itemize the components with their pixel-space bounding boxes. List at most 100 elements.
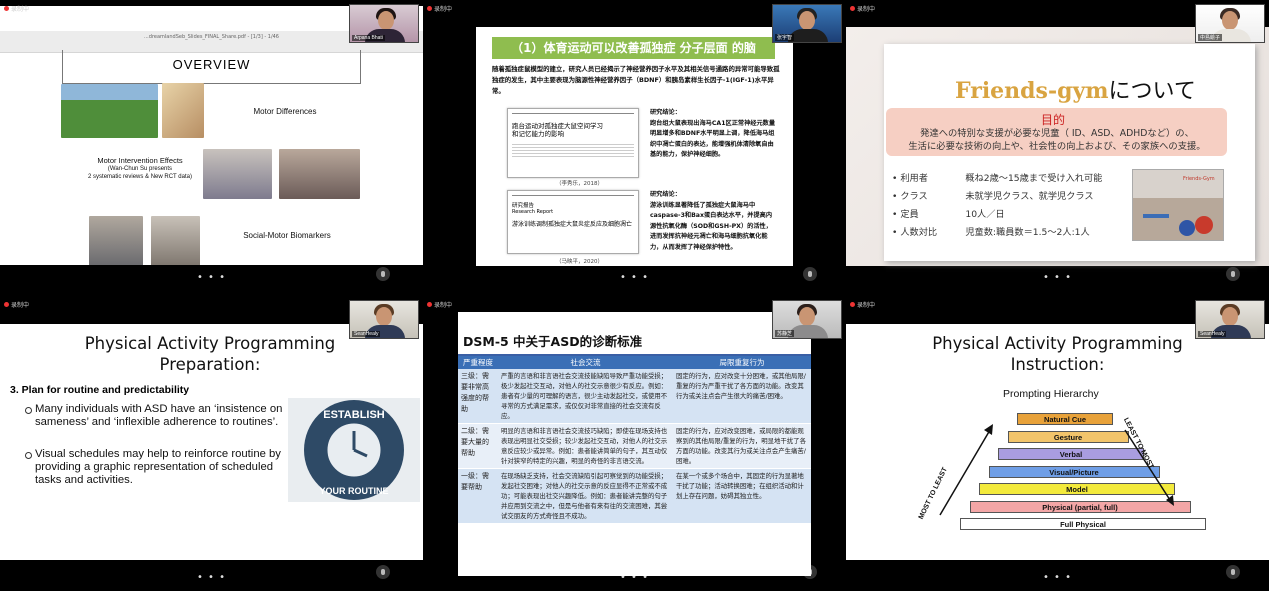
- participant-name: Arpana Bhati: [352, 35, 385, 41]
- hierarchy-level: Physical (partial, full): [969, 500, 1191, 513]
- conclusion-2: 研究结论： 游泳训练显著降低了孤独症大鼠海马中caspase-3和Bax蛋白表达…: [650, 190, 776, 253]
- motor-differences-label: Motor Differences: [253, 107, 317, 116]
- brand-name: Friends-gym: [955, 78, 1109, 104]
- intervention-sub2: 2 systematic reviews & New RCT data): [88, 174, 192, 180]
- mic-icon[interactable]: [1226, 267, 1240, 281]
- title-line-2: Instruction:: [1010, 355, 1105, 374]
- conclusion-1: 研究结论： 跑台组大鼠表现出海马CA1区正常神经元数量明显增多和BDNF水平明显…: [650, 108, 776, 161]
- section-heading: 3. Plan for routine and predictability: [10, 384, 190, 396]
- participant-name: SeanHealy: [352, 331, 381, 337]
- gym-sign: Friends-Gym: [1183, 176, 1215, 182]
- more-options-icon[interactable]: • • •: [620, 272, 649, 283]
- conclusion-1-body: 跑台组大鼠表现出海马CA1区正常神经元数量明显增多和BDNF水平明显上调，降低海…: [650, 119, 776, 159]
- conclusion-2-body: 游泳训练显著降低了孤独症大鼠海马中caspase-3和Bax蛋白表达水平，并提高…: [650, 201, 773, 251]
- title-line-1: Physical Activity Programming: [84, 334, 336, 353]
- biomarker-photo-2: [151, 216, 200, 265]
- recording-indicator: 录制中: [850, 300, 875, 309]
- video-tile-1[interactable]: ...dreamlandSeb_Slides_FINAL_Share.pdf -…: [0, 0, 423, 291]
- cell: 二级：需要大量的帮助: [458, 423, 498, 469]
- slide-title: DSM-5 中关于ASD的诊断标准: [463, 334, 643, 349]
- kids-soccer-photo: [61, 84, 158, 138]
- paper2-title: 游泳训练调制孤独症大鼠炎症反应及细胞凋亡: [512, 221, 633, 228]
- mic-icon[interactable]: [803, 267, 817, 281]
- dsm5-slide: DSM-5 中关于ASD的诊断标准 严重程度 社会交流 局限重复行为 三级：需要…: [458, 312, 811, 576]
- hierarchy-level: Gesture: [1007, 430, 1129, 443]
- purpose-label: 目的: [1040, 113, 1065, 127]
- intervention-label: Motor Intervention Effects (Wan-Chun Su …: [70, 157, 210, 181]
- participant-name: 中島絵子: [1198, 34, 1223, 41]
- participant-name: 苏静芝: [775, 330, 795, 337]
- cell: 严重的言语和非言语社会交流技能缺陷导致严重功能受损；极少发起社交互动，对他人的社…: [498, 369, 673, 424]
- participant-video[interactable]: Arpana Bhati: [349, 4, 419, 43]
- recording-indicator: 录制中: [4, 300, 29, 309]
- slide-title: Friends-gymについて: [955, 73, 1196, 105]
- more-options-icon[interactable]: • • •: [1043, 272, 1072, 283]
- col-header: 严重程度: [458, 356, 498, 369]
- cell: 固定的行为，应对改变十分困难，或其他局限/重复的行为严重干扰了各方面的功能。改变…: [673, 369, 811, 424]
- col-header: 局限重复行为: [673, 356, 811, 369]
- paper2-label-en: Research Report: [512, 209, 554, 215]
- purpose-line-2: 生活に必要な技術の向上や、社会性の向上および、その家族への支援。: [908, 141, 1206, 152]
- intervention-title: Motor Intervention Effects: [97, 156, 183, 165]
- cell: 在现场缺乏支持，社会交流缺陷引起可察觉到的功能受损；发起社交困难；对他人的社交示…: [498, 468, 673, 524]
- hierarchy-level: Visual/Picture: [988, 465, 1160, 478]
- more-options-icon[interactable]: • • •: [197, 272, 226, 283]
- badge-bottom-text: YOUR ROUTINE: [319, 486, 388, 496]
- routine-badge: ESTABLISH YOUR ROUTINE: [288, 398, 420, 502]
- overview-header: OVERVIEW: [62, 50, 361, 84]
- gym-photo: Friends-Gym: [1132, 169, 1224, 241]
- mic-icon[interactable]: [376, 565, 390, 579]
- hierarchy-level: Natural Cue: [1017, 413, 1113, 425]
- dsm5-table: 严重程度 社会交流 局限重复行为 三级：需要非常高强度的帮助 严重的言语和非言语…: [458, 356, 811, 524]
- title-line-1: Physical Activity Programming: [932, 334, 1183, 353]
- title-line-2: Preparation:: [159, 355, 261, 374]
- biomarker-photo-1: [89, 216, 143, 265]
- intervention-photo-1: [203, 149, 272, 199]
- recording-indicator: 录制中: [850, 4, 875, 13]
- more-options-icon[interactable]: • • •: [197, 572, 226, 583]
- purpose-line-1: 発達への特別な支援が必要な児童（ ID、ASD、ADHDなど）の、: [920, 128, 1194, 139]
- participant-video[interactable]: SeanHealy: [1195, 300, 1265, 339]
- cell: 在某一个或多个场合中，其固定的行为显著地干扰了功能；活动转换困难；在组织活动和计…: [673, 468, 811, 524]
- shared-screen-1: ...dreamlandSeb_Slides_FINAL_Share.pdf -…: [0, 6, 423, 265]
- intervention-photo-2: [279, 149, 360, 199]
- participant-video[interactable]: 苏静芝: [772, 300, 842, 339]
- participant-video[interactable]: 张宇智: [772, 4, 842, 43]
- cell: 一级：需要帮助: [458, 468, 498, 524]
- title-suffix: について: [1108, 79, 1196, 104]
- more-options-icon[interactable]: • • •: [1043, 572, 1072, 583]
- participant-video[interactable]: SeanHealy: [349, 300, 419, 339]
- cell: 固定的行为，应对改变困难，或局限的都能观察到的其他局限/重复的行为，明显地干扰了…: [673, 423, 811, 469]
- hierarchy-subtitle: Prompting Hierarchy: [1003, 388, 1099, 400]
- cell: 明显的言语和非言语社会交流技巧缺陷；即使在现场支持也表现出明显社交受损；较少发起…: [498, 423, 673, 469]
- slide-header: （1）体育运动可以改善孤独症 分子层面 的脑: [492, 37, 775, 59]
- overview-title: OVERVIEW: [172, 57, 251, 72]
- mic-icon[interactable]: [376, 267, 390, 281]
- hierarchy-level: Model: [979, 483, 1175, 495]
- table-row: 二级：需要大量的帮助 明显的言语和非言语社会交流技巧缺陷；即使在现场支持也表现出…: [458, 423, 811, 469]
- slide-title: Physical Activity Programming Instructio…: [890, 333, 1225, 375]
- clock-icon: ESTABLISH YOUR ROUTINE: [304, 400, 404, 500]
- recording-indicator: 录制中: [427, 4, 452, 13]
- recording-indicator: 录制中: [4, 4, 29, 13]
- cell: 三级：需要非常高强度的帮助: [458, 369, 498, 424]
- slide-title: Physical Activity Programming Preparatio…: [40, 333, 380, 375]
- participant-name: SeanHealy: [1198, 331, 1227, 337]
- info-row: • 人数対比 児童数:職員数＝1.5〜2人:1人: [892, 227, 1090, 238]
- hierarchy-level: Full Physical: [960, 518, 1206, 530]
- paper1-title: 跑台运动对孤独症大鼠空间学习和记忆能力的影响: [512, 122, 603, 138]
- hierarchy-level: Verbal: [998, 448, 1144, 460]
- paper2-citation: （马映平，2020）: [556, 259, 603, 265]
- recording-indicator: 录制中: [427, 300, 452, 309]
- paper-thumbnail-1: 跑台运动对孤独症大鼠空间学习和记忆能力的影响: [507, 108, 639, 178]
- table-row: 一级：需要帮助 在现场缺乏支持，社会交流缺陷引起可察觉到的功能受损；发起社交困难…: [458, 468, 811, 524]
- col-header: 社会交流: [498, 356, 673, 369]
- purpose-text: 発達への特別な支援が必要な児童（ ID、ASD、ADHDなど）の、 生活に必要な…: [890, 127, 1224, 153]
- conclusion-2-head: 研究结论：: [650, 191, 681, 198]
- participant-name: 张宇智: [775, 34, 795, 41]
- bullet-2: Visual schedules may help to reinforce r…: [25, 448, 285, 487]
- participant-video[interactable]: 中島絵子: [1195, 4, 1265, 43]
- info-row: • 定員 10人／日: [892, 209, 1005, 220]
- mic-icon[interactable]: [1226, 565, 1240, 579]
- paper1-citation: （李秀乐，2018）: [556, 181, 603, 187]
